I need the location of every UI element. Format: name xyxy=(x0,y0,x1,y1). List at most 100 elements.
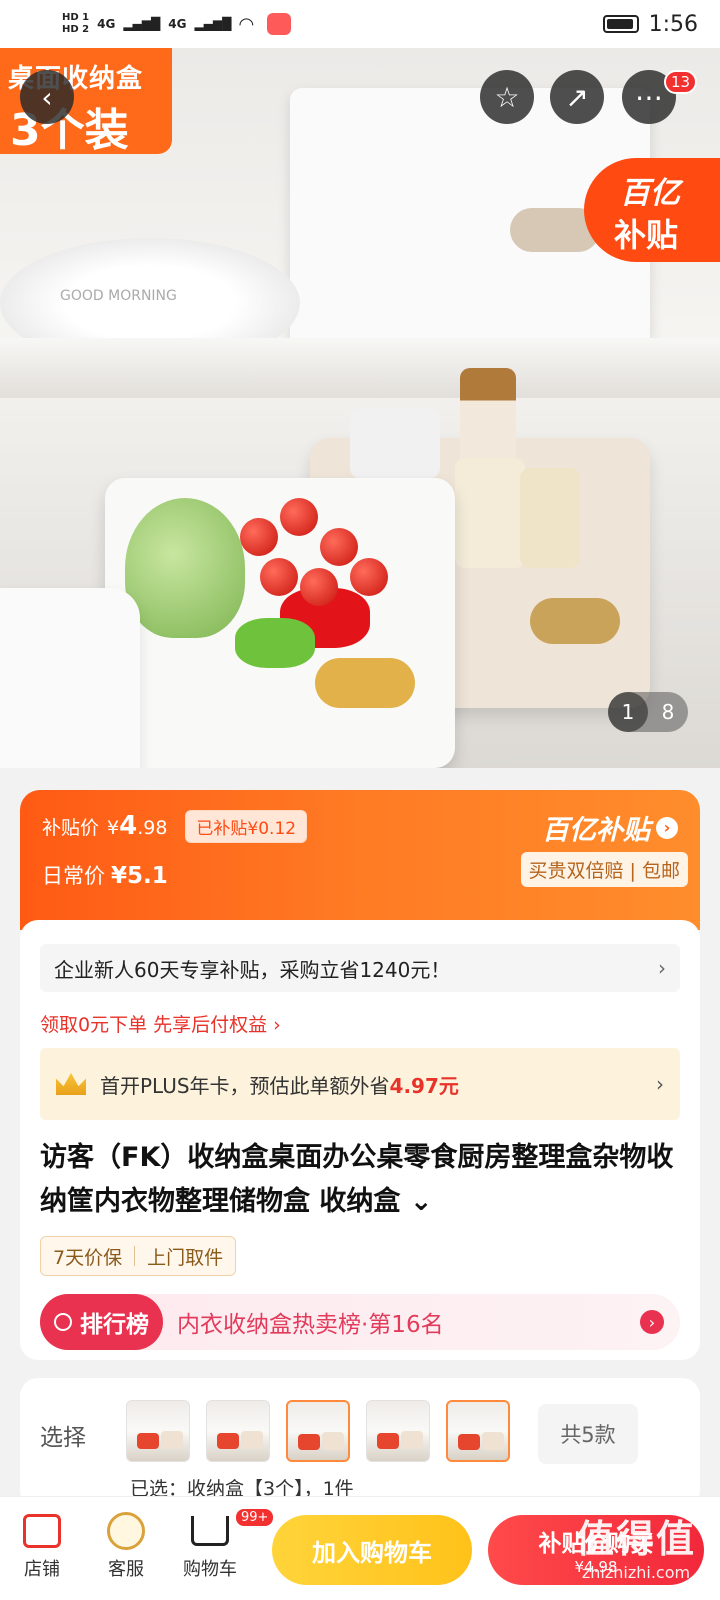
image-pot xyxy=(0,588,140,768)
chevron-right-icon: › xyxy=(640,1310,664,1334)
signal-2-label: 4G xyxy=(168,17,187,31)
variant-count-chip[interactable]: 共5款 xyxy=(538,1404,638,1464)
service-guarantee-tags[interactable]: 7天价保 上门取件 xyxy=(40,1236,237,1276)
image-tomato xyxy=(300,568,338,606)
image-tomato xyxy=(280,498,318,536)
image-pager: 1 8 xyxy=(608,692,688,732)
product-title: 访客（FK）收纳盒桌面办公桌零食厨房整理盒杂物收纳筐内衣物整理储物盒 收纳盒 ⌄ xyxy=(40,1136,680,1224)
back-button[interactable]: ‹ xyxy=(20,70,74,124)
hd-indicator: HD 1 HD 2 xyxy=(62,12,89,36)
chevron-right-icon: › xyxy=(656,1072,664,1096)
pager-current: 1 xyxy=(608,692,648,732)
ranking-row[interactable]: 排行榜 内衣收纳盒热卖榜·第16名 › xyxy=(40,1294,680,1350)
watermark-main: 值得值 xyxy=(575,1517,696,1561)
price-value: ¥4.98 xyxy=(107,811,167,841)
price-banner: 补贴价 ¥4.98 已补贴¥0.12 日常价 ¥5.1 百亿补贴 › 买贵双倍赔 … xyxy=(20,790,700,930)
cart-label: 购物车 xyxy=(183,1559,237,1580)
subsidy-sticker-line1: 百亿 xyxy=(620,176,680,211)
add-to-cart-button[interactable]: 加入购物车 xyxy=(272,1515,472,1585)
image-jar xyxy=(520,468,580,568)
subsidy-sticker-line2: 补贴 xyxy=(614,216,679,254)
pickup-tag: 上门取件 xyxy=(147,1246,224,1269)
price-integer: 4 xyxy=(119,811,138,841)
currency-symbol: ¥ xyxy=(107,817,120,839)
pay-later-link[interactable]: 领取0元下单 先享后付权益 › xyxy=(40,1010,281,1037)
image-tomato xyxy=(260,558,298,596)
favorite-button[interactable]: ☆ xyxy=(480,70,534,124)
ranking-text: 内衣收纳盒热卖榜·第16名 xyxy=(177,1312,444,1338)
variant-selection-card[interactable]: 选择 共5款 已选：收纳盒【3个】，1件 xyxy=(20,1378,700,1508)
hd2-label: HD 2 xyxy=(62,24,90,35)
share-button[interactable]: ↗ xyxy=(550,70,604,124)
watermark-url: zhizhizhi.com xyxy=(581,1563,691,1582)
cart-tab[interactable]: 99+ 购物车 xyxy=(170,1507,276,1581)
variant-thumbnail[interactable] xyxy=(446,1400,510,1462)
variant-thumbnail[interactable] xyxy=(286,1400,350,1462)
customer-service-icon xyxy=(106,1511,146,1551)
regular-price-label: 日常价 xyxy=(42,864,105,888)
battery-icon xyxy=(602,15,639,33)
chevron-right-icon: › xyxy=(658,956,666,980)
chevron-left-icon: ‹ xyxy=(41,80,53,114)
signal-bars-icon: ▂▄▆█ xyxy=(194,17,232,31)
variant-thumbnail[interactable] xyxy=(206,1400,270,1462)
plus-membership-row[interactable]: 首开PLUS年卡，预估此单额外省 4.97元 › xyxy=(40,1048,680,1120)
billion-subsidy-link[interactable]: 百亿补贴 › xyxy=(542,808,678,847)
more-dots-icon: ⋯ xyxy=(635,80,663,114)
wifi-icon: ◠ xyxy=(239,13,254,35)
ranking-badge-label: 排行榜 xyxy=(80,1312,149,1338)
variant-thumbnail[interactable] xyxy=(126,1400,190,1462)
subsidy-price-label: 补贴价 xyxy=(42,817,100,839)
image-tomato xyxy=(240,518,278,556)
plus-amount: 4.97元 xyxy=(389,1073,459,1098)
product-title-text: 访客（FK）收纳盒桌面办公桌零食厨房整理盒杂物收纳筐内衣物整理储物盒 收纳盒 xyxy=(40,1142,674,1217)
image-jar xyxy=(350,408,440,478)
clock: 1:56 xyxy=(648,11,698,37)
status-left: HD 1 HD 2 4G ▂▄▆█ 4G ▂▄▆█ ◠ xyxy=(62,12,292,36)
billion-subsidy-brand: 百亿补贴 xyxy=(542,815,650,846)
site-watermark: 值得值 zhizhizhi.com xyxy=(556,1508,716,1582)
medal-icon xyxy=(54,1313,72,1331)
more-badge: 13 xyxy=(664,70,698,94)
image-tomato xyxy=(320,528,358,566)
enterprise-promo-text: 企业新人60天专享补贴，采购立省1240元！ xyxy=(54,957,451,982)
status-right: 1:56 xyxy=(602,11,698,37)
variant-thumbnail[interactable] xyxy=(366,1400,430,1462)
hd1-label: HD 1 xyxy=(62,12,90,23)
plus-text: 首开PLUS年卡，预估此单额外省 xyxy=(100,1073,390,1098)
image-tomato xyxy=(350,558,388,596)
cart-badge: 99+ xyxy=(234,1507,276,1528)
select-label: 选择 xyxy=(40,1425,86,1451)
store-tab[interactable]: 店铺 xyxy=(2,1511,82,1581)
image-green-pepper xyxy=(235,618,315,668)
subsidy-sticker: 百亿 补贴 xyxy=(584,158,720,262)
chevron-right-icon: › xyxy=(656,816,678,839)
regular-price-value: ¥5.1 xyxy=(111,863,168,889)
expand-title-icon[interactable]: ⌄ xyxy=(410,1186,433,1217)
share-icon: ↗ xyxy=(565,80,589,114)
pager-total: 8 xyxy=(661,700,675,724)
ranking-badge: 排行榜 xyxy=(40,1294,163,1350)
app-notification-icon xyxy=(267,13,292,35)
signal-1-label: 4G xyxy=(97,17,116,31)
star-icon: ☆ xyxy=(494,80,520,114)
price-protect-tag: 7天价保 xyxy=(53,1246,123,1269)
image-shelf xyxy=(0,338,720,398)
customer-service-tab[interactable]: 客服 xyxy=(86,1511,166,1581)
status-bar: HD 1 HD 2 4G ▂▄▆█ 4G ▂▄▆█ ◠ 1:56 xyxy=(0,0,720,48)
product-info-card: 企业新人60天专享补贴，采购立省1240元！ › 领取0元下单 先享后付权益 ›… xyxy=(20,920,700,1360)
image-lettuce xyxy=(125,498,245,638)
plate-text: GOOD MORNING xyxy=(60,288,177,304)
crown-icon xyxy=(56,1073,86,1095)
signal-bars-icon: ▂▄▆█ xyxy=(123,17,161,31)
customer-service-label: 客服 xyxy=(108,1559,144,1580)
cart-icon: 99+ xyxy=(190,1507,276,1551)
saved-tag: 已补贴¥0.12 xyxy=(185,810,308,843)
store-label: 店铺 xyxy=(24,1559,60,1580)
enterprise-promo-row[interactable]: 企业新人60天专享补贴，采购立省1240元！ › xyxy=(40,944,680,992)
regular-price-row: 日常价 ¥5.1 xyxy=(42,860,168,890)
subsidy-guarantee-tag: 买贵双倍赔 | 包邮 xyxy=(520,852,688,887)
price-decimal: .98 xyxy=(137,817,168,839)
store-icon xyxy=(22,1511,62,1551)
subsidy-price-row: 补贴价 ¥4.98 已补贴¥0.12 xyxy=(42,810,308,843)
